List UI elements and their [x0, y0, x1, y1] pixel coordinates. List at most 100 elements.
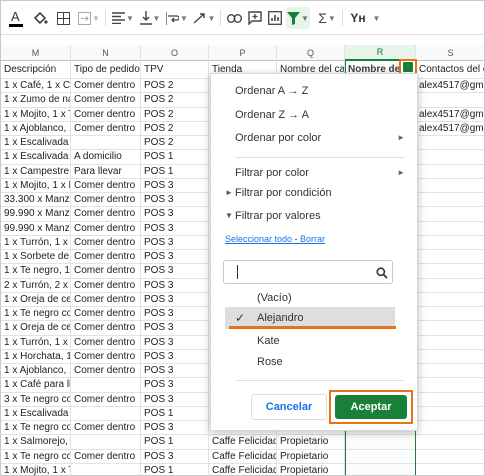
table-cell[interactable] [416, 236, 484, 250]
table-cell[interactable]: Comer dentro [71, 321, 141, 336]
table-cell[interactable]: Comer dentro [71, 364, 141, 379]
table-cell[interactable]: POS 3 [141, 335, 209, 350]
table-cell[interactable] [416, 435, 484, 449]
table-cell[interactable]: 1 x Te negro con [1, 449, 71, 464]
table-cell[interactable]: Caffe Felicidad [209, 435, 277, 450]
values-search-input[interactable] [223, 260, 393, 284]
sort-a-z[interactable]: Ordenar A → Z [211, 80, 417, 102]
table-cell[interactable] [416, 321, 484, 335]
table-cell[interactable]: Comer dentro [71, 107, 141, 122]
table-cell[interactable] [416, 150, 484, 164]
table-cell[interactable]: 1 x Escalivada c [1, 150, 71, 165]
table-cell[interactable]: 1 x Mojito, 1 x Es [1, 178, 71, 193]
table-cell[interactable] [71, 378, 141, 393]
table-cell[interactable]: POS 1 [141, 463, 209, 475]
column-header-q[interactable]: Q [277, 45, 345, 61]
table-cell[interactable]: POS 3 [141, 235, 209, 250]
table-cell[interactable]: 1 x Te negro con [1, 421, 71, 436]
table-cell[interactable]: 1 x Oreja de cer [1, 292, 71, 307]
table-cell[interactable]: POS 3 [141, 178, 209, 193]
table-cell[interactable]: Comer dentro [71, 121, 141, 136]
table-cell[interactable]: POS 3 [141, 321, 209, 336]
table-cell[interactable]: Comer dentro [71, 392, 141, 407]
table-cell[interactable]: Para llevar [71, 164, 141, 179]
value-option-rose[interactable]: Rose [225, 351, 395, 373]
table-cell[interactable]: Comer dentro [71, 193, 141, 208]
header-cell[interactable]: Contactos del cliente [416, 61, 484, 79]
select-all-link[interactable]: Seleccionar todo [225, 234, 292, 244]
table-cell[interactable] [416, 407, 484, 421]
table-cell[interactable]: POS 3 [141, 193, 209, 208]
table-cell[interactable] [416, 364, 484, 378]
table-cell[interactable]: 1 x Escalivada catalana, 1 x Capu [1, 406, 71, 421]
table-cell[interactable]: 1 x Turrón, 1 x C [1, 235, 71, 250]
table-cell[interactable]: 99.990 x Manzan [1, 221, 71, 236]
value-option-kate[interactable]: Kate [225, 330, 395, 352]
table-cell[interactable]: POS 3 [141, 292, 209, 307]
horizontal-align-icon[interactable]: ▼ [111, 7, 135, 29]
table-cell[interactable]: 33.300 x Manzan [1, 193, 71, 208]
column-header-s[interactable]: S [416, 45, 484, 61]
input-tools-icon[interactable]: Yн [347, 7, 369, 29]
table-cell[interactable]: Propietario [277, 449, 345, 464]
table-cell[interactable]: POS 1 [141, 150, 209, 165]
functions-icon[interactable]: Σ ▼ [315, 7, 339, 29]
table-cell[interactable] [416, 264, 484, 278]
filter-by-color[interactable]: Filtrar por color ► [211, 162, 417, 184]
table-cell[interactable]: alex4517@gmail [416, 108, 484, 122]
table-cell[interactable]: 3 x Te negro con [1, 392, 71, 407]
table-cell[interactable]: 1 x Te negro, 1 x [1, 264, 71, 279]
table-cell[interactable]: A domicilio [71, 150, 141, 165]
table-cell[interactable] [416, 207, 484, 221]
table-cell[interactable]: POS 3 [141, 278, 209, 293]
input-tools-dropdown-icon[interactable]: ▼ [371, 7, 381, 29]
table-cell[interactable]: 2 x Turrón, 2 x M [1, 278, 71, 293]
table-cell[interactable]: Comer dentro [71, 307, 141, 322]
table-cell[interactable]: 1 x Turrón, 1 x M [1, 335, 71, 350]
search-icon[interactable] [376, 266, 388, 284]
table-cell[interactable]: POS 3 [141, 392, 209, 407]
table-cell[interactable] [416, 222, 484, 236]
table-cell[interactable]: Comer dentro [71, 207, 141, 222]
sort-z-a[interactable]: Ordenar Z → A [211, 104, 417, 126]
table-cell[interactable] [416, 378, 484, 392]
table-cell[interactable]: POS 3 [141, 307, 209, 322]
table-cell[interactable]: POS 2 [141, 121, 209, 136]
insert-chart-icon[interactable] [266, 7, 284, 29]
table-cell[interactable]: 1 x Te negro con [1, 307, 71, 322]
table-cell[interactable]: Comer dentro [71, 221, 141, 236]
table-cell[interactable]: POS 3 [141, 449, 209, 464]
table-cell[interactable] [416, 165, 484, 179]
table-cell[interactable]: POS 2 [141, 107, 209, 122]
table-cell[interactable]: 1 x Café, 1 x Caf [1, 79, 71, 94]
table-cell[interactable]: Comer dentro [71, 79, 141, 94]
table-cell[interactable]: 1 x Salmorejo, 1 x Gazpacho, 1 x [1, 435, 71, 450]
table-cell[interactable]: 1 x Mojito, 1 x Te [1, 107, 71, 122]
header-cell[interactable]: Tipo de pedido [71, 61, 141, 79]
table-cell[interactable] [71, 463, 141, 475]
table-cell[interactable]: 1 x Horchata, 1 [1, 349, 71, 364]
table-cell[interactable]: Comer dentro [71, 278, 141, 293]
table-cell[interactable] [416, 179, 484, 193]
table-cell[interactable] [71, 435, 141, 450]
table-cell[interactable] [416, 250, 484, 264]
table-cell[interactable]: POS 3 [141, 421, 209, 436]
table-cell[interactable] [71, 406, 141, 421]
table-cell[interactable]: 1 x Ajoblanco, 1 [1, 364, 71, 379]
table-cell[interactable] [416, 293, 484, 307]
table-cell[interactable]: POS 1 [141, 164, 209, 179]
value-option-vacio[interactable]: (Vacío) [225, 287, 395, 309]
table-cell[interactable]: 99.990 x Manzan [1, 207, 71, 222]
table-cell[interactable] [416, 279, 484, 293]
filter-by-condition[interactable]: ► Filtrar por condición [211, 182, 417, 204]
cancel-button[interactable]: Cancelar [251, 394, 327, 420]
text-color-icon[interactable]: A [7, 7, 25, 29]
table-cell[interactable]: Comer dentro [71, 421, 141, 436]
table-cell[interactable]: 1 x Zumo de nar [1, 93, 71, 108]
table-cell[interactable]: Comer dentro [71, 264, 141, 279]
table-cell[interactable]: 1 x Mojito, 1 x Te negro con limon [1, 463, 71, 475]
borders-icon[interactable] [55, 7, 71, 29]
text-wrapping-icon[interactable]: ▼ [165, 7, 189, 29]
filter-by-values[interactable]: ▼ Filtrar por valores [211, 205, 417, 227]
vertical-align-icon[interactable]: ▼ [138, 7, 162, 29]
